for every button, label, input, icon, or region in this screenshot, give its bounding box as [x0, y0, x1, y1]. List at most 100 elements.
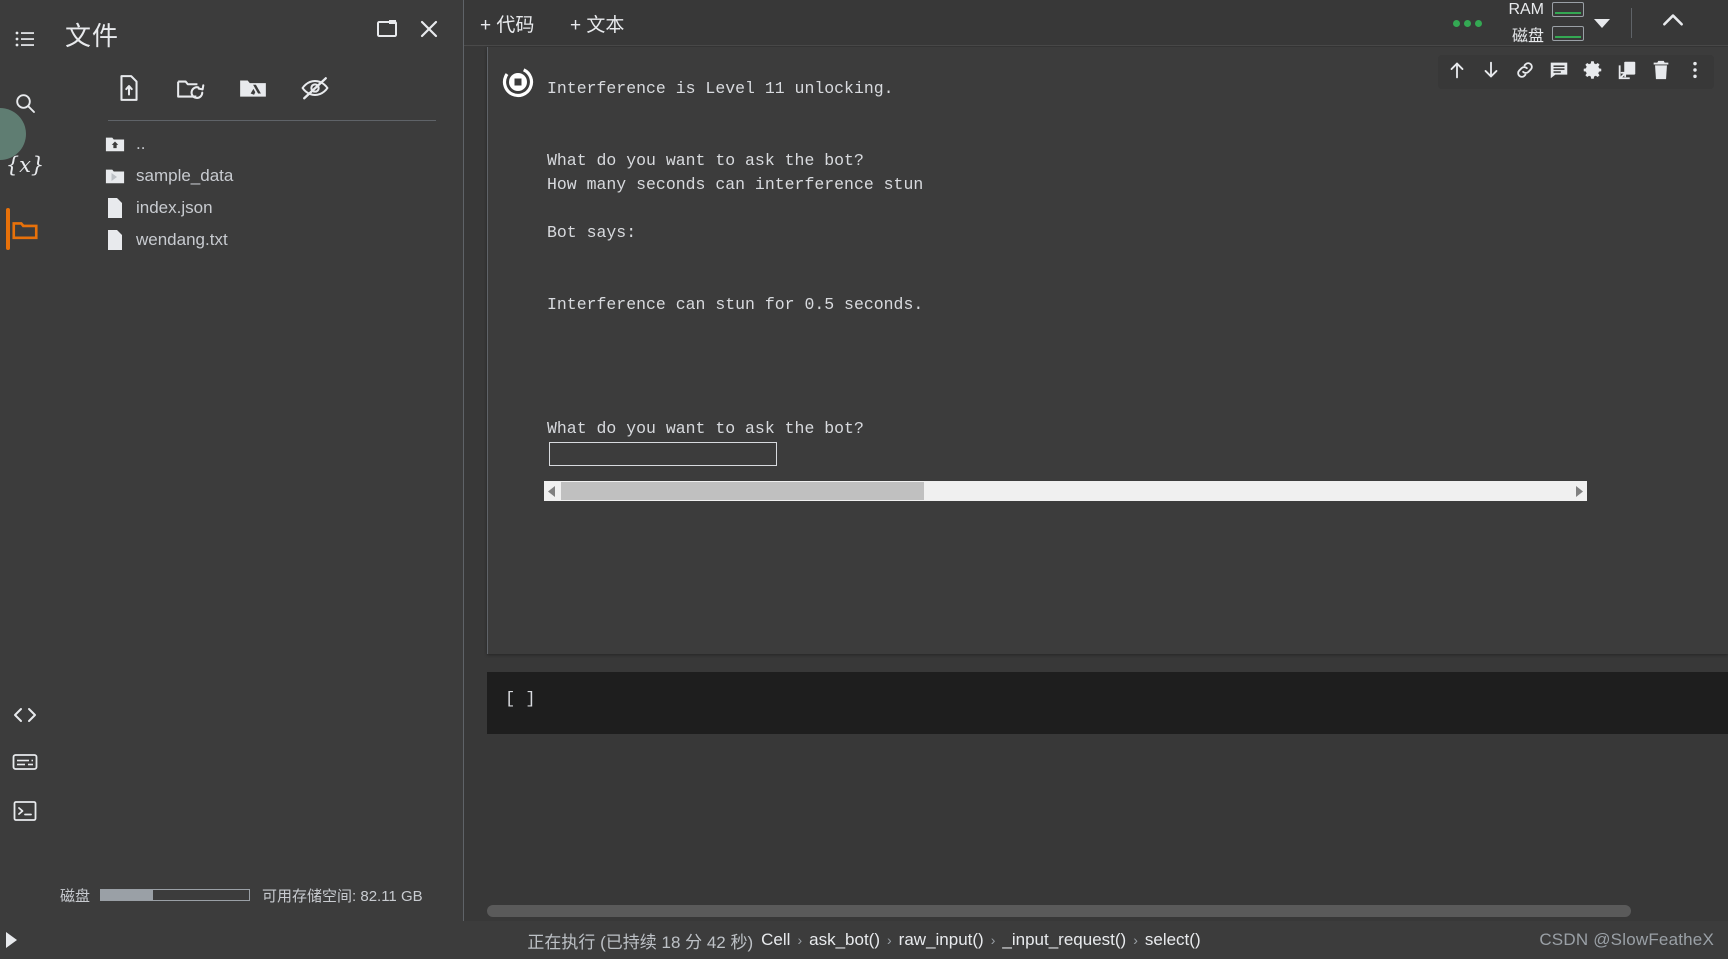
code-cell-running[interactable]: Interference is Level 11 unlocking. What …	[487, 47, 1728, 654]
disk-gauge-row: 磁盘	[1496, 22, 1584, 46]
input-prompt-field[interactable]	[549, 442, 777, 466]
cell-index-label: [ ]	[505, 690, 536, 709]
code-cell-empty[interactable]: [ ]	[487, 672, 1728, 734]
scroll-left-arrow-icon[interactable]	[544, 481, 561, 501]
breadcrumb-item[interactable]: ask_bot()	[809, 930, 880, 950]
disk-usage-fill	[101, 890, 153, 900]
execution-breadcrumb: Cell › ask_bot() › raw_input() › _input_reques…	[761, 930, 1200, 950]
chevron-up-icon	[1660, 8, 1686, 39]
upload-file-icon	[116, 74, 142, 107]
output-line: Bot says:	[547, 223, 637, 242]
files-divider	[108, 120, 436, 121]
add-text-cell-button[interactable]: + 文本	[570, 8, 624, 38]
disk-usage-footer: 磁盘 可用存储空间: 82.11 GB	[50, 869, 463, 921]
search-icon	[13, 91, 37, 115]
files-panel-title: 文件	[65, 21, 120, 51]
ram-gauge	[1552, 2, 1584, 17]
file-name: ..	[136, 134, 146, 153]
notebook-toolbar: + 代码 + 文本 RAM 磁盘	[464, 0, 1728, 46]
file-icon	[104, 197, 126, 219]
breadcrumb-item[interactable]: select()	[1145, 930, 1201, 950]
output-line: Interference is Level 11 unlocking.	[547, 79, 894, 98]
sidebar-item-code-snippets[interactable]	[0, 690, 50, 740]
terminal-icon	[13, 800, 37, 822]
disk-label: 磁盘	[1511, 27, 1544, 45]
code-brackets-icon	[12, 704, 38, 726]
cell-output-text: Interference is Level 11 unlocking. What …	[547, 77, 1707, 317]
open-in-new-pane-button[interactable]	[370, 14, 404, 48]
close-icon	[417, 17, 441, 46]
window-icon	[375, 17, 399, 46]
colab-window: {x} 文件 .. sample_data index.json wendang…	[0, 0, 1728, 959]
breadcrumb-separator: ›	[990, 932, 996, 948]
refresh-folder-button[interactable]	[172, 71, 210, 109]
sidebar-item-variables[interactable]: {x}	[0, 140, 50, 190]
disk-label: 磁盘	[60, 887, 91, 905]
left-icon-rail: {x}	[0, 0, 50, 921]
output-line: What do you want to ask the bot?	[547, 151, 864, 170]
chevron-right-icon[interactable]	[108, 170, 120, 182]
file-list: .. sample_data index.json wendang.txt	[50, 128, 463, 256]
file-row-parent[interactable]: ..	[50, 128, 463, 160]
resource-usage-indicator[interactable]: RAM 磁盘	[1453, 0, 1610, 46]
files-toolbar	[110, 66, 455, 114]
google-drive-icon	[238, 75, 268, 106]
file-name: sample_data	[136, 166, 234, 185]
close-panel-button[interactable]	[412, 14, 446, 48]
upload-file-button[interactable]	[110, 71, 148, 109]
notebook-horizontal-scrollbar[interactable]	[487, 905, 1631, 917]
connected-status-dots	[1453, 19, 1482, 27]
add-code-label: + 代码	[480, 14, 535, 36]
collapse-toolbar-button[interactable]	[1658, 8, 1688, 38]
sidebar-item-table-of-contents[interactable]	[0, 14, 50, 64]
ram-label: RAM	[1508, 0, 1544, 18]
stop-icon	[500, 64, 536, 105]
output-scroll-track[interactable]	[924, 481, 1570, 501]
chevron-down-icon[interactable]	[1594, 18, 1610, 28]
cell-gutter	[487, 47, 488, 654]
execution-status-text: 正在执行 (已持续 18 分 42 秒)	[527, 932, 754, 952]
sidebar-item-terminal[interactable]	[0, 786, 50, 836]
eye-off-icon	[301, 75, 329, 106]
breadcrumb-item[interactable]: raw_input()	[899, 930, 984, 950]
file-row-wendang-txt[interactable]: wendang.txt	[50, 224, 463, 256]
parent-folder-icon	[104, 133, 126, 155]
input-prompt-label: What do you want to ask the bot?	[547, 419, 864, 438]
sidebar-item-files[interactable]	[0, 204, 50, 254]
sidebar-item-commands[interactable]	[0, 737, 50, 787]
files-selected-indicator	[6, 208, 10, 250]
breadcrumb-separator: ›	[1133, 932, 1138, 948]
folder-icon	[10, 214, 40, 244]
breadcrumb-item[interactable]: _input_request()	[1002, 930, 1126, 950]
add-code-cell-button[interactable]: + 代码	[480, 8, 534, 38]
sidebar-item-search[interactable]	[0, 78, 50, 128]
breadcrumb-item[interactable]: Cell	[761, 930, 790, 950]
free-space-text: 可用存储空间: 82.11 GB	[262, 887, 423, 905]
file-row-index-json[interactable]: index.json	[50, 192, 463, 224]
add-text-label: + 文本	[570, 14, 625, 36]
file-row-sample-data[interactable]: sample_data	[50, 160, 463, 192]
panel-splitter[interactable]	[463, 0, 464, 921]
toolbar-separator	[1631, 8, 1632, 38]
output-scroll-thumb[interactable]	[561, 482, 925, 500]
status-bar-center: 正在执行 (已持续 18 分 42 秒) Cell › ask_bot() › raw_…	[0, 928, 1728, 953]
refresh-folder-icon	[176, 75, 206, 106]
variables-icon: {x}	[5, 153, 45, 177]
ram-gauge-row: RAM	[1496, 1, 1584, 19]
toggle-hidden-files-button[interactable]	[296, 71, 334, 109]
breadcrumb-separator: ›	[887, 932, 892, 948]
scroll-right-arrow-icon[interactable]	[1570, 481, 1587, 501]
file-name: wendang.txt	[136, 230, 228, 249]
breadcrumb-separator: ›	[797, 932, 803, 948]
file-name: index.json	[136, 198, 213, 217]
list-icon	[13, 27, 37, 51]
output-line: Interference can stun for 0.5 seconds.	[547, 295, 924, 314]
output-line: How many seconds can interference stun	[547, 175, 924, 194]
keyboard-icon	[12, 752, 38, 772]
resource-gauges: RAM 磁盘	[1496, 1, 1584, 46]
stop-execution-button[interactable]	[499, 65, 537, 103]
mount-drive-button[interactable]	[234, 71, 272, 109]
output-horizontal-scrollbar[interactable]	[544, 481, 1587, 501]
